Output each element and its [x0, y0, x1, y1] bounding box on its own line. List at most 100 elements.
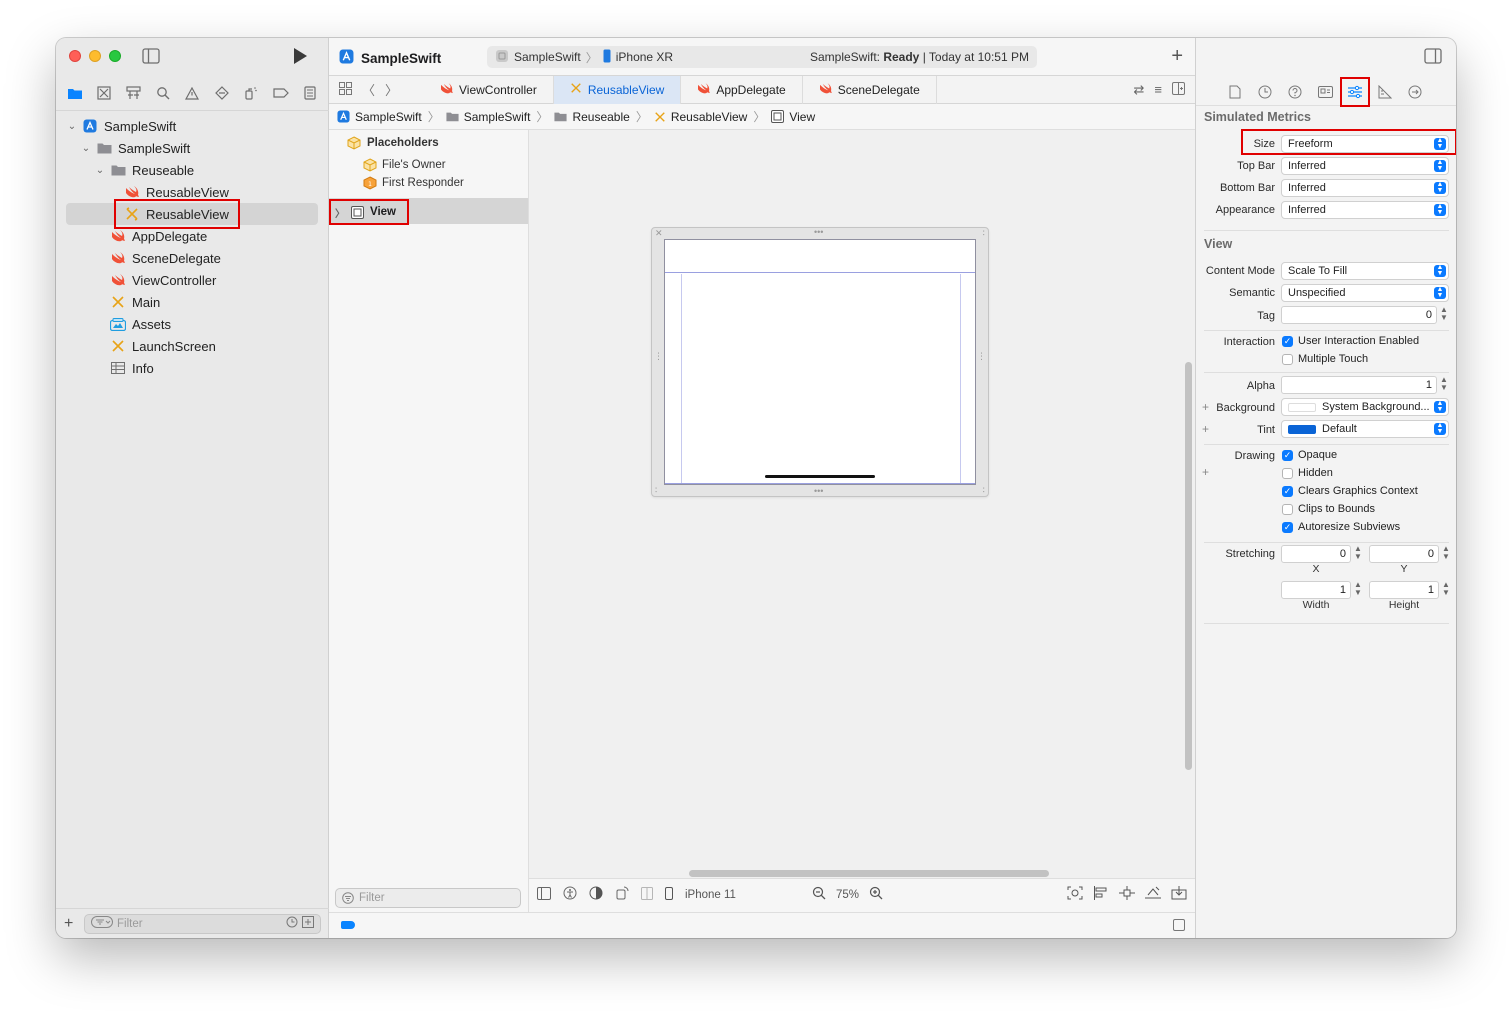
checkbox-unchecked-icon[interactable] [1282, 467, 1293, 479]
scrollbar-thumb[interactable] [1185, 362, 1192, 770]
device-selector[interactable]: iPhone 11 [685, 889, 736, 901]
folder-navigator-icon[interactable] [66, 84, 84, 102]
minimize-window-button[interactable] [89, 50, 101, 62]
breadcrumb-file[interactable]: ReusableView [654, 110, 747, 124]
library-plus-icon[interactable]: + [1171, 45, 1183, 68]
align-icon[interactable] [1093, 886, 1109, 903]
tree-item-group[interactable]: ⌄ SampleSwift [66, 137, 318, 159]
sidebar-toggle-icon[interactable] [142, 48, 160, 64]
find-navigator-search-icon[interactable] [154, 84, 172, 102]
vertical-scrollbar[interactable] [1182, 130, 1195, 878]
device-config-icon[interactable] [641, 886, 653, 903]
content-mode-popup[interactable]: Scale To Fill ▲ ▼ [1281, 262, 1449, 280]
tint-popup[interactable]: Default ▲ ▼ [1281, 420, 1449, 438]
add-variation-plus-icon[interactable]: + [1202, 422, 1209, 436]
breadcrumb-view[interactable]: View [771, 110, 815, 124]
clips-to-bounds-checkbox[interactable]: Clips to Bounds [1282, 503, 1375, 515]
related-items-grid-icon[interactable] [339, 81, 352, 98]
checkbox-checked-icon[interactable]: ✓ [1282, 521, 1293, 533]
bottom-bar-popup[interactable]: Inferred ▲ ▼ [1281, 179, 1449, 197]
close-window-button[interactable] [69, 50, 81, 62]
breakpoint-navigator-icon[interactable] [272, 84, 290, 102]
checkbox-unchecked-icon[interactable] [1282, 503, 1293, 515]
destination-selector[interactable]: iPhone XR [616, 50, 673, 64]
view-canvas-content[interactable] [664, 239, 976, 485]
stretch-height-field[interactable]: 1 [1369, 581, 1439, 599]
back-chevron-icon[interactable]: 〈 [362, 80, 375, 99]
issue-navigator-warning-icon[interactable] [183, 84, 201, 102]
symbol-navigator-icon[interactable] [125, 84, 143, 102]
outline-view-item[interactable]: 〉 View [329, 199, 409, 225]
debug-area-toggle-icon[interactable] [341, 921, 355, 929]
breadcrumb-group[interactable]: Reuseable [554, 110, 630, 124]
checkbox-unchecked-icon[interactable] [1282, 353, 1293, 365]
debug-navigator-spray-icon[interactable] [242, 84, 260, 102]
top-bar-popup[interactable]: Inferred ▲ ▼ [1281, 157, 1449, 175]
stretch-y-stepper-icon[interactable]: ▲ ▼ [1441, 545, 1451, 563]
filter-options-icon[interactable] [91, 916, 113, 931]
outline-toggle-icon[interactable] [537, 886, 551, 903]
view-scene[interactable]: ✕ ••• ∶ ⋮ ⋮ ∶ ••• ∶ [651, 227, 989, 497]
tree-item-project[interactable]: ⌄ SampleSwift [66, 115, 318, 137]
file-inspector-icon[interactable] [1224, 81, 1246, 103]
stretch-x-field[interactable]: 0 [1281, 545, 1351, 563]
update-frames-icon[interactable] [1067, 886, 1083, 903]
zoom-level[interactable]: 75% [836, 889, 859, 901]
tab-viewcontroller[interactable]: ViewController [424, 75, 554, 104]
accessibility-icon[interactable] [563, 886, 577, 903]
tree-item-file-selected[interactable]: ReusableView [66, 199, 318, 229]
outline-placeholders-header[interactable]: Placeholders [347, 134, 439, 152]
resize-handle-corner[interactable]: ∶ [983, 486, 985, 495]
outline-filter-input[interactable]: Filter [335, 888, 521, 908]
run-play-icon[interactable] [292, 47, 308, 65]
resize-handle-bottom[interactable]: ••• [814, 487, 823, 496]
checkbox-checked-icon[interactable]: ✓ [1282, 449, 1293, 461]
tree-item-file[interactable]: SceneDelegate [66, 247, 318, 269]
appearance-toggle-icon[interactable] [589, 886, 603, 903]
editor-options-lines-icon[interactable]: ≡ [1154, 82, 1162, 98]
zoom-out-icon[interactable] [812, 886, 826, 903]
stretch-height-stepper-icon[interactable]: ▲ ▼ [1441, 581, 1451, 599]
opaque-checkbox[interactable]: ✓ Opaque [1282, 449, 1337, 461]
orientation-icon[interactable] [615, 886, 629, 903]
source-control-navigator-icon[interactable] [95, 84, 113, 102]
horizontal-scrollbar[interactable] [529, 866, 1182, 878]
chevron-down-icon[interactable]: ⌄ [80, 143, 92, 154]
tab-appdelegate[interactable]: AppDelegate [681, 75, 803, 104]
checkbox-checked-icon[interactable]: ✓ [1282, 485, 1293, 497]
size-popup[interactable]: Freeform ▲ ▼ [1281, 135, 1449, 153]
breadcrumb-project[interactable]: SampleSwift [337, 110, 422, 124]
resize-handle-corner[interactable]: ∶ [655, 486, 657, 495]
swap-arrows-icon[interactable]: ⇄ [1134, 82, 1145, 98]
size-inspector-ruler-icon[interactable] [1374, 81, 1396, 103]
resolve-issues-icon[interactable] [1145, 886, 1161, 903]
scrollbar-thumb[interactable] [689, 870, 1049, 877]
resize-handle-corner[interactable]: ∶ [983, 229, 985, 238]
split-editor-icon[interactable] [1172, 81, 1185, 98]
zoom-in-icon[interactable] [869, 886, 883, 903]
breadcrumb-group[interactable]: SampleSwift [446, 110, 530, 124]
tree-item-file[interactable]: Info [66, 357, 318, 379]
quick-help-question-icon[interactable] [1284, 81, 1306, 103]
multiple-touch-checkbox[interactable]: Multiple Touch [1282, 353, 1368, 365]
background-popup[interactable]: System Background... ▲ ▼ [1281, 398, 1449, 416]
tree-item-file[interactable]: Assets [66, 313, 318, 335]
add-variation-plus-icon[interactable]: + [1202, 400, 1209, 414]
add-variation-plus-icon[interactable]: + [1202, 465, 1209, 479]
outline-files-owner[interactable]: File's Owner [363, 156, 446, 174]
identity-inspector-icon[interactable] [1314, 81, 1336, 103]
resize-handle-top[interactable]: ••• [814, 228, 823, 237]
chevron-right-icon[interactable]: 〉 [335, 205, 345, 220]
chevron-down-icon[interactable]: ⌄ [94, 165, 106, 176]
recent-files-clock-icon[interactable] [286, 916, 298, 931]
attributes-inspector-sliders-icon[interactable] [1340, 76, 1370, 107]
tab-reusableview[interactable]: ReusableView [553, 75, 682, 104]
tree-item-group[interactable]: ⌄ Reuseable [66, 159, 318, 181]
hide-debug-area-icon[interactable] [1173, 919, 1185, 931]
connections-inspector-icon[interactable] [1404, 81, 1426, 103]
navigator-filter-input[interactable]: Filter [84, 913, 321, 934]
alpha-field[interactable]: 1 [1281, 376, 1437, 394]
forward-chevron-icon[interactable]: 〉 [385, 80, 398, 99]
source-control-filter-icon[interactable] [302, 916, 314, 931]
alpha-stepper-icon[interactable]: ▲ ▼ [1439, 376, 1449, 394]
